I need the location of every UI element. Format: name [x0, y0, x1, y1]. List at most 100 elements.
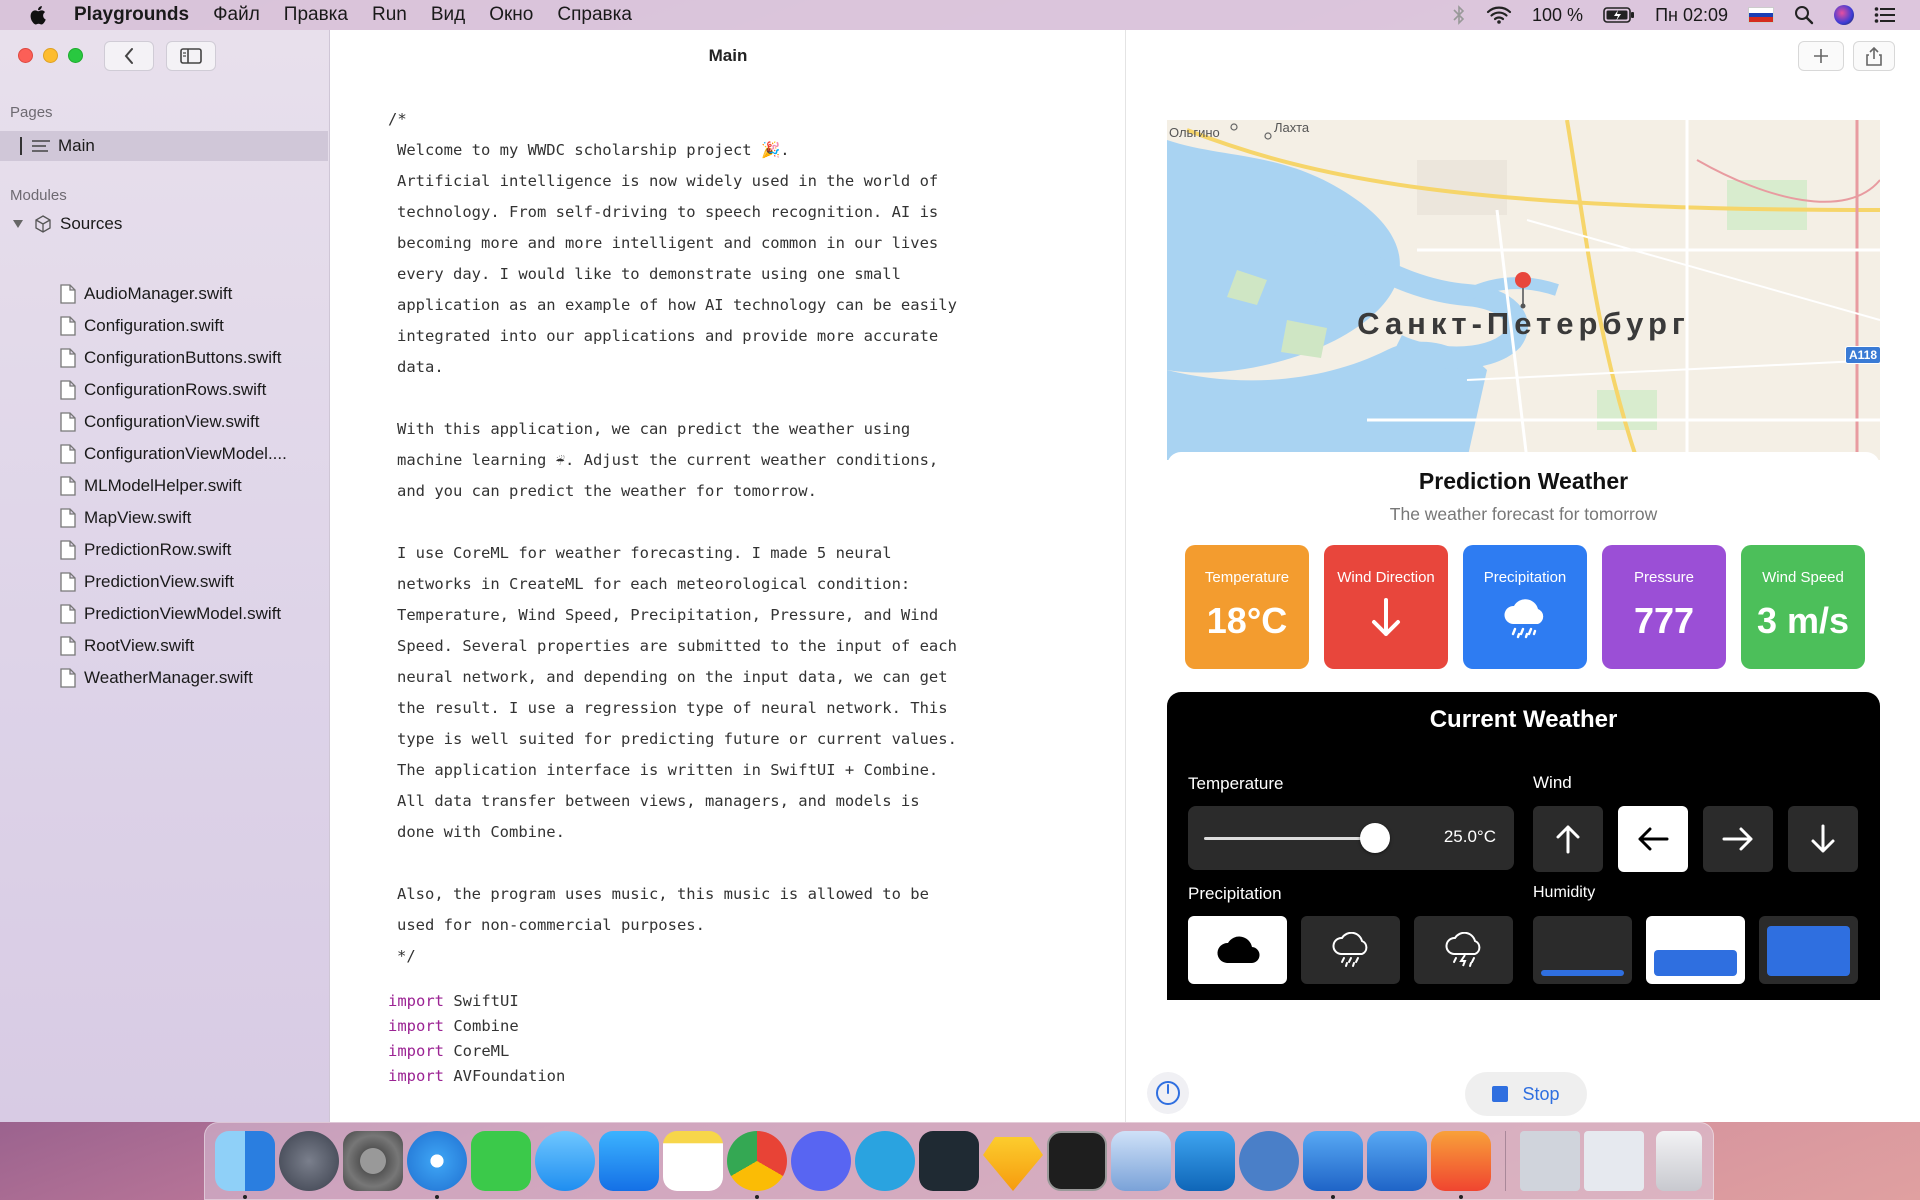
- siri-icon[interactable]: [1834, 5, 1854, 25]
- sidebar-file-item[interactable]: MLModelHelper.swift: [60, 470, 287, 502]
- wind-south-button[interactable]: [1788, 806, 1858, 872]
- current-weather-title: Current Weather: [1429, 706, 1618, 733]
- wind-west-button[interactable]: [1618, 806, 1688, 872]
- money-app-icon[interactable]: [919, 1131, 979, 1191]
- menu-help[interactable]: Справка: [557, 4, 632, 26]
- sidebar-file-item[interactable]: AudioManager.swift: [60, 278, 287, 310]
- precipitation-storm-button[interactable]: [1414, 916, 1513, 984]
- menu-app-name[interactable]: Playgrounds: [74, 4, 189, 26]
- sketch-icon[interactable]: [983, 1137, 1043, 1191]
- stop-label: Stop: [1522, 1083, 1560, 1104]
- sidebar-file-item[interactable]: ConfigurationViewModel....: [60, 438, 287, 470]
- temperature-slider[interactable]: 25.0°C: [1188, 806, 1514, 870]
- code-text[interactable]: /* Welcome to my WWDC scholarship project…: [388, 104, 1088, 1089]
- code-line: */: [397, 947, 416, 965]
- humidity-high-button[interactable]: [1759, 916, 1858, 984]
- bluetooth-icon[interactable]: [1452, 5, 1466, 25]
- spotlight-search-icon[interactable]: [1794, 5, 1814, 25]
- sidebar-file-label: ConfigurationViewModel....: [84, 444, 287, 463]
- recent-document-icon[interactable]: [1520, 1131, 1580, 1191]
- chrome-icon[interactable]: [727, 1131, 787, 1199]
- wind-east-button[interactable]: [1703, 806, 1773, 872]
- close-window-button[interactable]: [18, 48, 33, 63]
- sidebar-file-label: ConfigurationRows.swift: [84, 380, 267, 399]
- fork-icon[interactable]: [1239, 1131, 1299, 1191]
- sidebar-file-item[interactable]: RootView.swift: [60, 630, 287, 662]
- sidebar-file-item[interactable]: ConfigurationRows.swift: [60, 374, 287, 406]
- code-line: and you can predict the weather for tomo…: [397, 482, 817, 500]
- precipitation-card: Precipitation: [1463, 545, 1587, 669]
- wind-north-button[interactable]: [1533, 806, 1603, 872]
- trash-icon[interactable]: [1656, 1131, 1702, 1191]
- gauge-icon: [1156, 1081, 1180, 1105]
- terminal-icon[interactable]: [1047, 1131, 1107, 1191]
- sources-folder[interactable]: Sources: [12, 214, 122, 234]
- live-view-controls: Stop: [1127, 1050, 1920, 1122]
- battery-icon[interactable]: [1603, 6, 1635, 24]
- discord-icon[interactable]: [791, 1131, 851, 1191]
- telegram-icon[interactable]: [855, 1131, 915, 1191]
- humidity-low-button[interactable]: [1533, 916, 1632, 984]
- minimize-window-button[interactable]: [43, 48, 58, 63]
- notification-center-icon[interactable]: [1874, 6, 1896, 24]
- toggle-sidebar-button[interactable]: [166, 41, 216, 71]
- code-editor[interactable]: Main /* Welcome to my WWDC scholarship pr…: [331, 30, 1126, 1122]
- apple-menu-icon[interactable]: [28, 4, 50, 26]
- sidebar-file-label: ConfigurationButtons.swift: [84, 348, 282, 367]
- sidebar-file-item[interactable]: PredictionRow.swift: [60, 534, 287, 566]
- messages-icon[interactable]: [535, 1131, 595, 1191]
- battery-percent: 100 %: [1532, 4, 1584, 25]
- menu-view[interactable]: Вид: [431, 4, 465, 26]
- input-source-flag-icon[interactable]: [1748, 7, 1774, 23]
- sidebar-item-label: Main: [58, 136, 95, 155]
- stop-button[interactable]: Stop: [1465, 1072, 1587, 1116]
- prediction-subtitle: The weather forecast for tomorrow: [1389, 504, 1658, 524]
- sidebar-file-item[interactable]: Configuration.swift: [60, 310, 287, 342]
- map-graphics: [1167, 120, 1880, 461]
- add-button[interactable]: [1798, 41, 1844, 71]
- sidebar-file-item[interactable]: PredictionViewModel.swift: [60, 598, 287, 630]
- instruments-icon[interactable]: [1111, 1131, 1171, 1191]
- sidebar-item-main[interactable]: Main: [0, 131, 328, 161]
- facetime-icon[interactable]: [471, 1131, 531, 1191]
- sidebar-file-item[interactable]: ConfigurationButtons.swift: [60, 342, 287, 374]
- map-view[interactable]: Ольгино Лахта Санкт-Петербург A118: [1167, 120, 1880, 461]
- sidebar-file-item[interactable]: ConfigurationView.swift: [60, 406, 287, 438]
- humidity-label: Humidity: [1533, 884, 1596, 901]
- menu-file[interactable]: Файл: [213, 4, 260, 26]
- vscode-icon[interactable]: [1175, 1131, 1235, 1191]
- running-indicator: [243, 1195, 247, 1199]
- pressure-card: Pressure 777: [1602, 545, 1726, 669]
- menu-run[interactable]: Run: [372, 4, 407, 26]
- prediction-panel: Prediction Weather The weather forecast …: [1167, 452, 1880, 692]
- sidebar-file-item[interactable]: WeatherManager.swift: [60, 662, 287, 694]
- launchpad-icon[interactable]: [279, 1131, 339, 1191]
- slider-knob[interactable]: [1359, 823, 1390, 853]
- disclosure-triangle-icon[interactable]: [12, 219, 24, 229]
- xcode-icon[interactable]: [1303, 1131, 1363, 1199]
- precipitation-rain-button[interactable]: [1301, 916, 1400, 984]
- sidebar: Pages Main Modules Sources AudioManager.…: [0, 30, 330, 1122]
- simulator-icon[interactable]: [1367, 1131, 1427, 1191]
- share-button[interactable]: [1853, 41, 1895, 71]
- back-button[interactable]: [104, 41, 154, 71]
- sidebar-file-item[interactable]: MapView.swift: [60, 502, 287, 534]
- zoom-window-button[interactable]: [68, 48, 83, 63]
- humidity-medium-button[interactable]: [1646, 916, 1745, 984]
- downloads-stack-icon[interactable]: [1584, 1131, 1644, 1191]
- menu-edit[interactable]: Правка: [284, 4, 348, 26]
- notes-icon[interactable]: [663, 1131, 723, 1191]
- swift-playgrounds-icon[interactable]: [1431, 1131, 1491, 1199]
- menu-window[interactable]: Окно: [489, 4, 533, 26]
- safari-icon[interactable]: [407, 1131, 467, 1199]
- sidebar-file-item[interactable]: PredictionView.swift: [60, 566, 287, 598]
- import-keyword: import: [388, 1017, 444, 1035]
- app-store-icon[interactable]: [599, 1131, 659, 1191]
- finder-icon[interactable]: [215, 1131, 275, 1199]
- precipitation-none-button[interactable]: [1188, 916, 1287, 984]
- clock[interactable]: Пн 02:09: [1655, 5, 1728, 26]
- system-preferences-icon[interactable]: [343, 1131, 403, 1191]
- map-place-label: Лахта: [1274, 120, 1310, 135]
- wifi-icon[interactable]: [1486, 5, 1512, 25]
- execution-speed-button[interactable]: [1147, 1072, 1189, 1114]
